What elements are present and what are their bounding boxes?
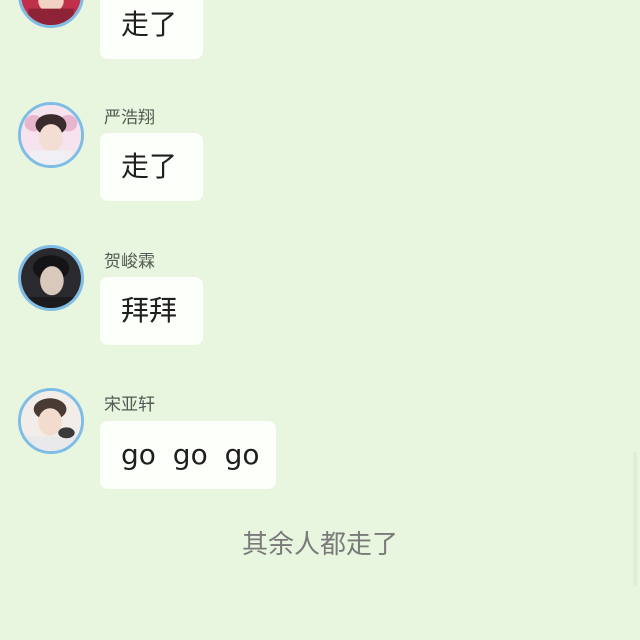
- user-avatar-icon[interactable]: [18, 245, 84, 311]
- user-avatar-icon[interactable]: [18, 388, 84, 454]
- sender-name: 贺峻霖: [104, 252, 155, 272]
- user-avatar-icon[interactable]: [18, 102, 84, 168]
- message-bubble[interactable]: 拜拜: [100, 277, 203, 345]
- message-bubble[interactable]: go go go: [100, 421, 276, 489]
- scrollbar[interactable]: [633, 452, 637, 586]
- message-bubble[interactable]: 走了: [100, 0, 203, 59]
- system-notice: 其余人都走了: [241, 530, 398, 560]
- message-bubble[interactable]: 走了: [100, 133, 203, 201]
- sender-name: 宋亚轩: [104, 395, 155, 415]
- chat-window: 走了 严浩翔 走了 贺峻霖 拜拜 宋亚轩 go go go 其余人都走了: [0, 0, 640, 640]
- user-avatar-icon[interactable]: [18, 0, 84, 28]
- sender-name: 严浩翔: [104, 108, 155, 128]
